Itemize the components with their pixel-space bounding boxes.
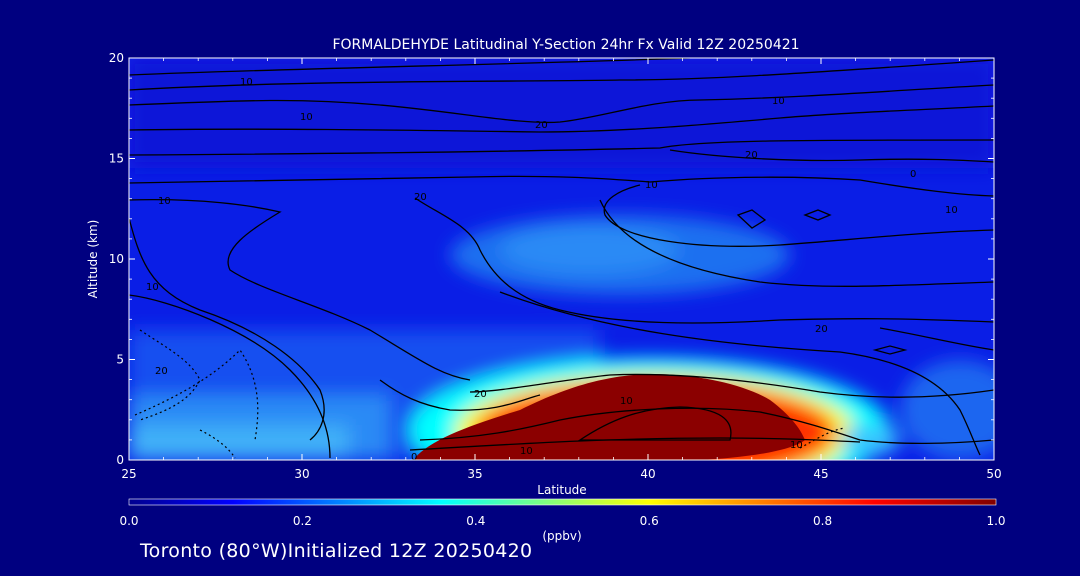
x-tick-label: 35 [467, 467, 482, 481]
contour-label: 10 [945, 205, 958, 216]
colorbar-unit-label: (ppbv) [542, 529, 581, 543]
contour-label: 20 [155, 366, 168, 377]
colorbar-tick-label: 0.2 [293, 514, 312, 528]
x-tick-label: 45 [813, 467, 828, 481]
colorbar-tick-label: 0.8 [813, 514, 832, 528]
contour-label: 20 [414, 192, 427, 203]
contour-label: 10 [158, 196, 171, 207]
contour-label: 10 [620, 396, 633, 407]
y-tick-label: 15 [109, 152, 124, 166]
y-axis-label: Altitude (km) [86, 220, 100, 299]
y-tick-label: 0 [116, 453, 124, 467]
contour-label: 20 [745, 150, 758, 161]
y-tick-label: 5 [116, 353, 124, 367]
x-axis-label: Latitude [537, 483, 586, 497]
contour-label: 20 [815, 324, 828, 335]
contour-label: 10 [520, 446, 533, 457]
colorbar-tick-label: 1.0 [986, 514, 1005, 528]
colorbar-tick-label: 0.6 [640, 514, 659, 528]
chart-title: FORMALDEHYDE Latitudinal Y-Section 24hr … [332, 37, 799, 53]
contour-label: 10 [300, 112, 313, 123]
colorbar [128, 498, 997, 506]
chart: FORMALDEHYDE Latitudinal Y-Section 24hr … [86, 37, 1006, 543]
colorbar-tick-label: 0.4 [466, 514, 485, 528]
contour-label: 0 [910, 169, 916, 180]
x-tick-label: 40 [640, 467, 655, 481]
contour-label: 10 [645, 180, 658, 191]
contour-label: 20 [535, 120, 548, 131]
colorbar-ticks: 0.0 0.2 0.4 0.6 0.8 1.0 [119, 514, 1005, 528]
contour-label: 10 [240, 77, 253, 88]
y-tick-label: 10 [109, 252, 124, 266]
contour-label: 10 [790, 440, 803, 451]
colorbar-tick-label: 0.0 [119, 514, 138, 528]
y-tick-label: 20 [109, 51, 124, 65]
x-tick-label: 25 [121, 467, 136, 481]
contour-label: 20 [474, 389, 487, 400]
contour-label: 10 [772, 96, 785, 107]
x-tick-label: 50 [986, 467, 1001, 481]
contour-label: 0 [411, 452, 417, 463]
concentration-field [129, 58, 994, 460]
contour-label: 10 [146, 282, 159, 293]
x-tick-label: 30 [294, 467, 309, 481]
footer-init-info: Toronto (80°W)Initialized 12Z 20250420 [140, 540, 533, 562]
